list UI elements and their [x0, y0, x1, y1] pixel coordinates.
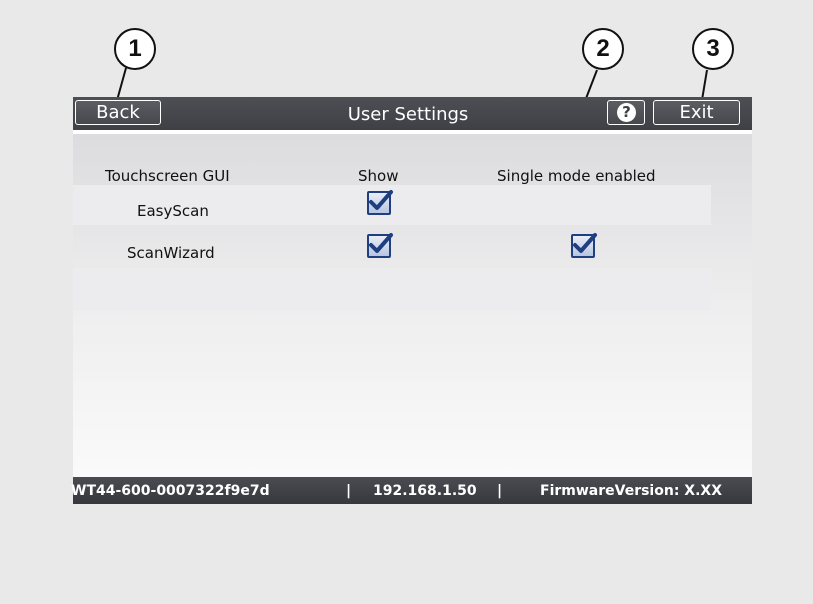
title-bar: Back User Settings ? Exit [73, 97, 752, 134]
checkmark-icon [573, 233, 597, 253]
callout-2: 2 [582, 28, 624, 70]
scanwizard-single-mode-checkbox[interactable] [571, 233, 597, 258]
exit-button[interactable]: Exit [653, 100, 740, 125]
callout-3: 3 [692, 28, 734, 70]
page-title: User Settings [347, 104, 469, 125]
table-row: EasyScan [73, 185, 711, 225]
column-header-single-mode: Single mode enabled [497, 167, 656, 185]
callout-1: 1 [114, 28, 156, 70]
settings-content: Touchscreen GUI Show Single mode enabled… [73, 134, 752, 477]
scanwizard-show-checkbox[interactable] [367, 233, 393, 258]
status-separator: | [346, 483, 352, 499]
help-icon: ? [617, 103, 636, 122]
row-label-scanwizard: ScanWizard [127, 244, 215, 262]
firmware-version: FirmwareVersion: X.XX [540, 483, 722, 499]
row-label-easyscan: EasyScan [137, 202, 209, 220]
touchscreen-window: Back User Settings ? Exit Touchscreen GU… [71, 97, 752, 504]
column-header-gui: Touchscreen GUI [105, 167, 230, 185]
column-header-show: Show [358, 167, 399, 185]
easyscan-show-checkbox[interactable] [367, 190, 393, 215]
table-row-empty [73, 268, 711, 311]
help-button[interactable]: ? [607, 100, 645, 125]
ip-address: 192.168.1.50 [373, 483, 477, 499]
status-separator: | [497, 483, 503, 499]
table-row: ScanWizard [73, 228, 711, 268]
device-id: WT44-600-0007322f9e7d [71, 483, 270, 499]
status-bar: WT44-600-0007322f9e7d | 192.168.1.50 | F… [71, 477, 752, 504]
back-button[interactable]: Back [75, 100, 161, 125]
checkmark-icon [369, 190, 393, 210]
checkmark-icon [369, 233, 393, 253]
